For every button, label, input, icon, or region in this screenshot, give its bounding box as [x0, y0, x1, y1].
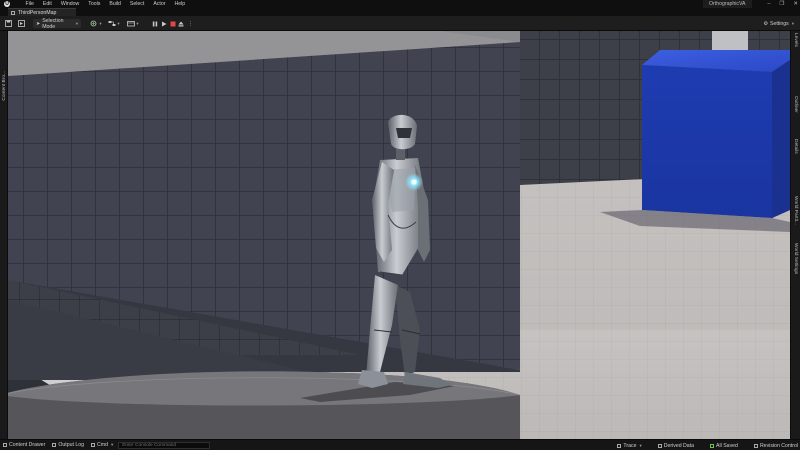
document-tab-row: ThirdPersonMap: [0, 8, 800, 16]
derived-data-button[interactable]: Derived Data: [657, 443, 695, 449]
console-command-input[interactable]: Enter Console Command: [118, 441, 211, 449]
derived-data-icon: [657, 444, 662, 448]
status-bar-right: Trace ▾ Derived Data All Saved Revision …: [610, 441, 798, 450]
engine-logo-icon[interactable]: U: [2, 0, 12, 8]
selection-mode-label: Selection Mode: [42, 17, 64, 30]
save-all-icon: [710, 444, 715, 448]
left-dock-strip: Content Bro...: [0, 31, 8, 439]
save-icon[interactable]: [4, 19, 12, 28]
close-icon[interactable]: ✕: [793, 1, 798, 7]
cmd-label: Cmd: [97, 442, 108, 448]
title-bar: U File Edit Window Tools Build Select Ac…: [0, 0, 800, 8]
menu-actor[interactable]: Actor: [149, 0, 170, 8]
menu-build[interactable]: Build: [105, 0, 126, 8]
cinematics-icon[interactable]: ▾: [126, 19, 140, 28]
content-browser-tab[interactable]: Content Bro...: [2, 71, 7, 101]
trace-button[interactable]: Trace ▾: [617, 443, 642, 449]
maximize-icon[interactable]: ❐: [779, 1, 784, 7]
create-icon[interactable]: ▾: [89, 19, 103, 28]
world-partition-tab[interactable]: World Partit...: [793, 196, 798, 225]
all-saved-label: All Saved: [716, 443, 738, 449]
cmd-icon: [91, 443, 95, 447]
level-tab[interactable]: ThirdPersonMap: [8, 8, 76, 16]
level-icon: [11, 10, 15, 15]
stop-icon[interactable]: [169, 20, 176, 27]
details-tab[interactable]: Details: [793, 139, 798, 154]
output-log-label: Output Log: [58, 442, 84, 448]
content-drawer-label: Content Drawer: [9, 442, 46, 448]
chevron-down-icon: ▾: [791, 20, 794, 26]
menu-window[interactable]: Window: [56, 0, 83, 8]
blueprint-icon[interactable]: ▾: [107, 19, 121, 28]
mode-icon[interactable]: [17, 19, 25, 28]
main-toolbar: ➤ Selection Mode ▾ ▾ ▾ ▾ ⋮ ⚙ Settings ▾: [0, 16, 800, 31]
all-saved-button[interactable]: All Saved: [710, 443, 738, 449]
chevron-down-icon: ▾: [110, 442, 114, 447]
settings-label: Settings: [769, 20, 789, 27]
minimize-icon[interactable]: –: [767, 1, 770, 7]
content-drawer-icon: [3, 443, 7, 447]
play-icon[interactable]: [160, 20, 167, 27]
play-options-icon[interactable]: ⋮: [186, 20, 195, 27]
levels-tab[interactable]: Levels: [793, 33, 798, 47]
chevron-down-icon: ▾: [639, 443, 642, 448]
menu-tools[interactable]: Tools: [84, 0, 105, 8]
world-settings-tab[interactable]: World Settings: [793, 243, 798, 274]
cmd-dropdown[interactable]: Cmd ▾: [91, 442, 113, 448]
menu-edit[interactable]: Edit: [38, 0, 56, 8]
settings-button[interactable]: ⚙ Settings ▾: [763, 19, 794, 28]
right-dock-strip: Levels Outliner Details World Partit... …: [790, 31, 800, 439]
derived-data-label: Derived Data: [663, 443, 695, 449]
revision-control-icon: [753, 444, 758, 448]
selection-mode-dropdown[interactable]: ➤ Selection Mode ▾: [33, 17, 81, 30]
trace-label: Trace: [623, 443, 637, 449]
level-tab-label: ThirdPersonMap: [18, 9, 57, 16]
settings-icon: ⚙: [763, 20, 768, 27]
content-drawer-button[interactable]: Content Drawer: [3, 442, 45, 448]
status-bar: Content Drawer Output Log Cmd ▾ Enter Co…: [0, 439, 800, 450]
main-menu: File Edit Window Tools Build Select Acto…: [21, 0, 190, 8]
output-log-icon: [52, 443, 57, 447]
output-log-button[interactable]: Output Log: [52, 442, 84, 448]
outliner-tab[interactable]: Outliner: [793, 96, 798, 113]
viewport-scene: [8, 31, 790, 439]
revision-control-label: Revision Control: [759, 443, 798, 449]
chevron-down-icon: ▾: [75, 20, 78, 26]
menu-select[interactable]: Select: [125, 0, 148, 8]
menu-file[interactable]: File: [21, 0, 38, 8]
level-viewport[interactable]: [8, 31, 790, 439]
eject-icon[interactable]: [177, 20, 184, 27]
cursor-icon: ➤: [36, 20, 41, 27]
project-name: OrthographicVA: [703, 0, 752, 8]
pause-icon[interactable]: [151, 20, 158, 27]
menu-help[interactable]: Help: [170, 0, 190, 8]
trace-icon: [617, 444, 622, 448]
window-controls: – ❐ ✕: [767, 0, 798, 8]
revision-control-button[interactable]: Revision Control: [753, 443, 798, 449]
